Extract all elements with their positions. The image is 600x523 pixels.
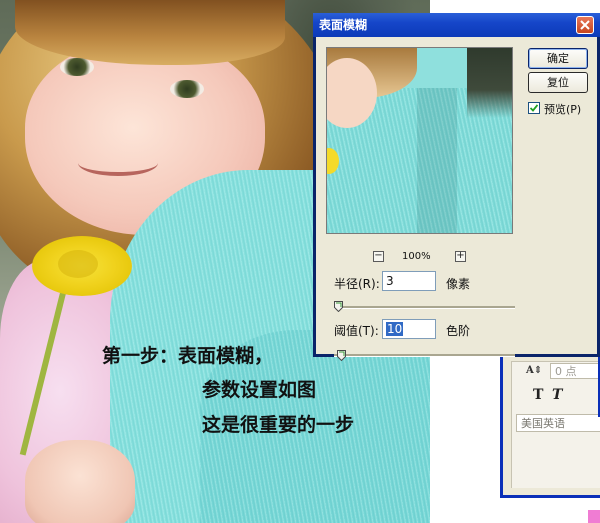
close-button[interactable] (576, 16, 594, 34)
caption-line-1: 第一步：表面模糊， (102, 345, 274, 367)
ok-button[interactable]: 确定 (528, 48, 588, 69)
reset-button[interactable]: 复位 (528, 72, 588, 93)
faux-bold-button[interactable]: T (533, 387, 543, 403)
threshold-input[interactable]: 10 (382, 319, 436, 339)
preview-checkbox[interactable] (528, 102, 540, 114)
zoom-level: 100% (402, 251, 431, 262)
radius-slider-track[interactable] (334, 306, 515, 309)
dandelion-center (58, 250, 98, 278)
girl-right-eye (170, 80, 204, 98)
threshold-label: 阈值(T): (334, 324, 379, 338)
preview-dark-area (467, 48, 512, 118)
faux-italic-button[interactable]: T (552, 387, 562, 403)
leading-icon: A⇕ (526, 365, 543, 376)
surface-blur-dialog: 表面模糊 − 100% + 确定 复位 预览(P) 半径(R): 3 像素 阈值… (313, 13, 600, 361)
zoom-in-button[interactable]: + (455, 250, 466, 262)
preview-shadow (417, 88, 457, 233)
radius-unit: 像素 (446, 277, 471, 291)
zoom-out-button[interactable]: − (373, 250, 384, 262)
threshold-unit: 色阶 (446, 324, 471, 338)
radius-input[interactable]: 3 (382, 271, 436, 291)
corner-accent (588, 510, 600, 523)
girl-hand (25, 440, 135, 523)
character-panel-body: A⇕ 0 点 T T 美国英语 (511, 361, 600, 488)
caption-line-3: 这是很重要的一步 (202, 414, 355, 436)
radius-label: 半径(R): (334, 277, 380, 291)
zoom-out-icon: − (374, 250, 383, 261)
threshold-value: 10 (386, 322, 404, 336)
girl-smile (78, 150, 158, 176)
checkmark-icon (530, 104, 538, 112)
caption-line-2: 参数设置如图 (202, 379, 317, 401)
language-select[interactable]: 美国英语 (516, 414, 600, 432)
preview-window[interactable] (326, 47, 513, 234)
dialog-title: 表面模糊 (319, 18, 368, 32)
dialog-titlebar[interactable]: 表面模糊 (313, 13, 600, 37)
threshold-slider-track[interactable] (334, 354, 515, 357)
threshold-slider-thumb[interactable] (337, 350, 347, 361)
font-size-field[interactable]: 0 点 (550, 363, 600, 379)
dialog-body: − 100% + 确定 复位 预览(P) 半径(R): 3 像素 阈值(T): … (316, 37, 597, 361)
preview-label[interactable]: 预览(P) (544, 101, 581, 117)
zoom-in-icon: + (456, 250, 465, 261)
close-icon (580, 20, 590, 30)
radius-slider-thumb[interactable] (333, 301, 343, 312)
girl-left-eye (60, 58, 94, 76)
character-panel: A⇕ 0 点 T T 美国英语 (500, 357, 600, 498)
